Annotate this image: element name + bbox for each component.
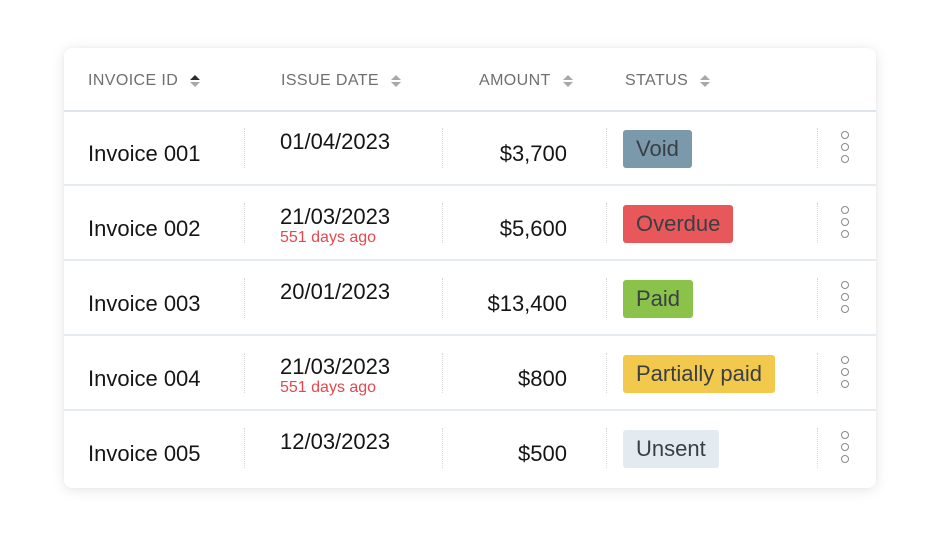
- sort-icon[interactable]: [700, 75, 711, 87]
- issue-date-value: 20/01/2023: [280, 279, 391, 304]
- column-label: ISSUE DATE: [281, 72, 379, 89]
- issue-date-value: 01/04/2023: [280, 129, 391, 154]
- table-header: INVOICE ID ISSUE DATE AMOUNT STATUS: [64, 48, 876, 112]
- column-divider: [442, 428, 443, 468]
- column-divider: [606, 428, 607, 468]
- table-row[interactable]: Invoice 003 20/01/2023 $13,400 Paid: [64, 261, 876, 336]
- issue-date: 21/03/2023 551 days ago: [280, 355, 390, 397]
- column-divider: [244, 353, 245, 393]
- amount: $13,400: [487, 291, 567, 316]
- column-divider: [442, 128, 443, 168]
- status-badge: Paid: [623, 280, 694, 318]
- column-divider: [606, 278, 607, 318]
- column-divider: [606, 128, 607, 168]
- column-divider: [244, 428, 245, 468]
- amount: $500: [518, 441, 567, 466]
- column-divider: [817, 278, 818, 318]
- column-header-amount[interactable]: AMOUNT: [479, 72, 573, 90]
- column-header-status[interactable]: STATUS: [625, 72, 711, 90]
- amount: $3,700: [499, 141, 567, 166]
- status-badge: Unsent: [623, 430, 719, 468]
- status-badge: Void: [623, 130, 692, 168]
- issue-date: 20/01/2023: [280, 280, 390, 304]
- column-divider: [442, 278, 443, 318]
- issue-date-value: 12/03/2023: [280, 429, 391, 454]
- invoice-table: INVOICE ID ISSUE DATE AMOUNT STATUS Invo…: [64, 48, 876, 488]
- invoice-id[interactable]: Invoice 004: [88, 366, 201, 392]
- table-row[interactable]: Invoice 001 01/04/2023 $3,700 Void: [64, 111, 876, 186]
- column-divider: [817, 353, 818, 393]
- table-row[interactable]: Invoice 002 21/03/2023 551 days ago $5,6…: [64, 186, 876, 261]
- column-header-issue-date[interactable]: ISSUE DATE: [281, 72, 401, 90]
- status-badge: Overdue: [623, 205, 734, 243]
- more-vertical-icon[interactable]: [839, 131, 851, 163]
- column-label: STATUS: [625, 72, 689, 89]
- table-row[interactable]: Invoice 005 12/03/2023 $500 Unsent: [64, 411, 876, 484]
- sort-ascending-icon[interactable]: [190, 75, 201, 87]
- amount: $5,600: [499, 216, 567, 241]
- column-divider: [442, 353, 443, 393]
- issue-date: 12/03/2023: [280, 430, 390, 454]
- sort-icon[interactable]: [562, 75, 573, 87]
- column-divider: [244, 278, 245, 318]
- more-vertical-icon[interactable]: [839, 356, 851, 388]
- column-divider: [606, 203, 607, 243]
- more-vertical-icon[interactable]: [839, 431, 851, 463]
- table-row[interactable]: Invoice 004 21/03/2023 551 days ago $800…: [64, 336, 876, 411]
- overdue-days-note: 551 days ago: [280, 229, 377, 246]
- issue-date: 21/03/2023 551 days ago: [280, 205, 390, 247]
- column-divider: [817, 128, 818, 168]
- column-label: INVOICE ID: [88, 72, 179, 89]
- column-divider: [606, 353, 607, 393]
- status-badge: Partially paid: [623, 355, 775, 393]
- column-divider: [244, 128, 245, 168]
- sort-icon[interactable]: [390, 75, 401, 87]
- column-header-invoice-id[interactable]: INVOICE ID: [88, 72, 201, 90]
- column-label: AMOUNT: [479, 72, 551, 89]
- column-divider: [817, 203, 818, 243]
- amount: $800: [518, 366, 567, 391]
- more-vertical-icon[interactable]: [839, 281, 851, 313]
- issue-date-value: 21/03/2023: [280, 204, 391, 229]
- column-divider: [817, 428, 818, 468]
- column-divider: [442, 203, 443, 243]
- more-vertical-icon[interactable]: [839, 206, 851, 238]
- issue-date: 01/04/2023: [280, 130, 390, 154]
- overdue-days-note: 551 days ago: [280, 379, 377, 396]
- invoice-id[interactable]: Invoice 001: [88, 141, 201, 167]
- column-divider: [244, 203, 245, 243]
- invoice-id[interactable]: Invoice 002: [88, 216, 201, 242]
- issue-date-value: 21/03/2023: [280, 354, 391, 379]
- invoice-id[interactable]: Invoice 005: [88, 441, 201, 467]
- invoice-id[interactable]: Invoice 003: [88, 291, 201, 317]
